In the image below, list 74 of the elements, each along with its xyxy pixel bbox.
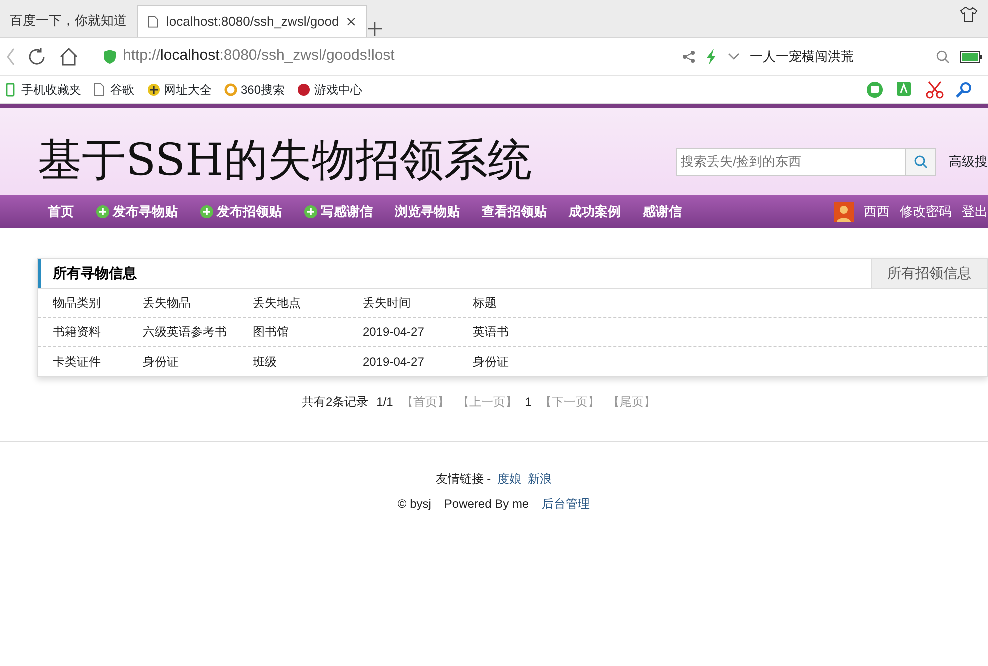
page-indicator: 1/1 [376,394,394,411]
advanced-search-link[interactable]: 高级搜 [949,152,988,172]
table-cell-text: 身份证 [143,354,180,370]
share-icon[interactable] [682,50,696,64]
bookmark-link[interactable]: 360搜索 [224,80,286,98]
nav-link[interactable]: 写感谢信 [304,202,373,222]
nav-link[interactable]: 成功案例 [569,202,621,222]
plus-circle-icon [304,204,318,218]
table-cell-text: 身份证 [473,354,510,370]
close-icon[interactable] [347,16,356,26]
new-tab-icon[interactable] [367,21,383,37]
nav-link[interactable]: 首页 [48,202,74,222]
nav-link[interactable]: 发布寻物贴 [96,202,178,222]
column-header: 物品类别 [53,295,102,312]
bookmark-link[interactable]: 手机收藏夹 [4,80,82,98]
circle-icon [297,82,312,96]
shirt-icon[interactable] [960,7,978,23]
nav-link[interactable]: 发布招领贴 [200,202,282,222]
links-label: 友情链接 - [436,471,492,488]
nav-link[interactable]: 感谢信 [643,202,682,222]
table-cell-text: 2019-04-27 [363,324,426,341]
column-header: 丢失物品 [143,295,192,312]
account-link[interactable]: 登出 [962,202,988,222]
nav-link[interactable]: 查看招领贴 [482,202,547,222]
panel-tab[interactable]: 所有招领信息 [871,259,987,288]
search-button[interactable] [906,148,936,176]
table-cell-text: 书籍资料 [53,324,102,341]
browser-search-field[interactable]: 一人一宠横闯洪荒 [750,46,950,66]
scissors-icon[interactable] [926,80,944,98]
record-count: 共有2条记录 [302,394,369,411]
powered-by-text: Powered By me [444,496,530,512]
browser-tab[interactable]: localhost:8080/ssh_zwsl/good [137,5,367,37]
table-cell-text: 图书馆 [253,324,290,341]
nav-link[interactable]: 浏览寻物贴 [395,202,460,222]
column-header: 丢失时间 [363,295,412,312]
table-cell-text: 班级 [253,354,278,370]
search-icon [914,154,928,168]
search-icon[interactable] [936,50,950,64]
site-title: 基于SSH的失物招领系统 [38,135,532,188]
bookmark-link[interactable]: 谷歌 [93,80,134,98]
chevron-icon[interactable] [728,52,740,60]
avatar-icon [834,202,854,222]
copyright-text: © bysj [398,496,432,512]
translate-icon[interactable] [896,80,914,98]
friend-link[interactable]: 新浪 [528,470,552,488]
bookmark-link[interactable]: 网址大全 [146,80,212,98]
magnifier-icon[interactable] [956,82,972,98]
admin-link[interactable]: 后台管理 [542,494,590,512]
user-name: 西西 [864,202,890,221]
battery-icon [960,50,982,62]
column-header: 丢失地点 [253,295,302,312]
pagination-link[interactable]: 1 [525,393,532,411]
account-link[interactable]: 修改密码 [900,202,952,222]
plus-circle-icon [96,204,110,218]
page-icon [148,14,159,28]
shield-icon [103,48,117,64]
column-header: 标题 [473,295,498,312]
ring-icon [224,82,238,96]
table-cell-text: 2019-04-27 [363,354,426,370]
home-icon[interactable] [58,46,80,68]
page-icon [93,82,108,96]
browser-tab[interactable]: 百度一下，你就知道 [0,5,137,37]
table-cell-text: 卡类证件 [53,354,102,370]
plus-circle-icon [200,204,214,218]
lightning-icon[interactable] [706,48,718,64]
bookmark-link[interactable]: 游戏中心 [297,80,362,98]
friend-link[interactable]: 度娘 [498,470,522,488]
plus-circle-icon [146,82,160,96]
address-field[interactable]: http://localhost:8080/ssh_zwsl/goods!lost [103,45,672,68]
panel-tab[interactable]: 所有寻物信息 [38,259,149,288]
search-field[interactable]: 搜索丢失/捡到的东西 [676,148,906,176]
chat-icon[interactable] [866,80,884,98]
table-cell-text: 六级英语参考书 [143,324,228,341]
table-cell-text: 英语书 [473,324,510,341]
